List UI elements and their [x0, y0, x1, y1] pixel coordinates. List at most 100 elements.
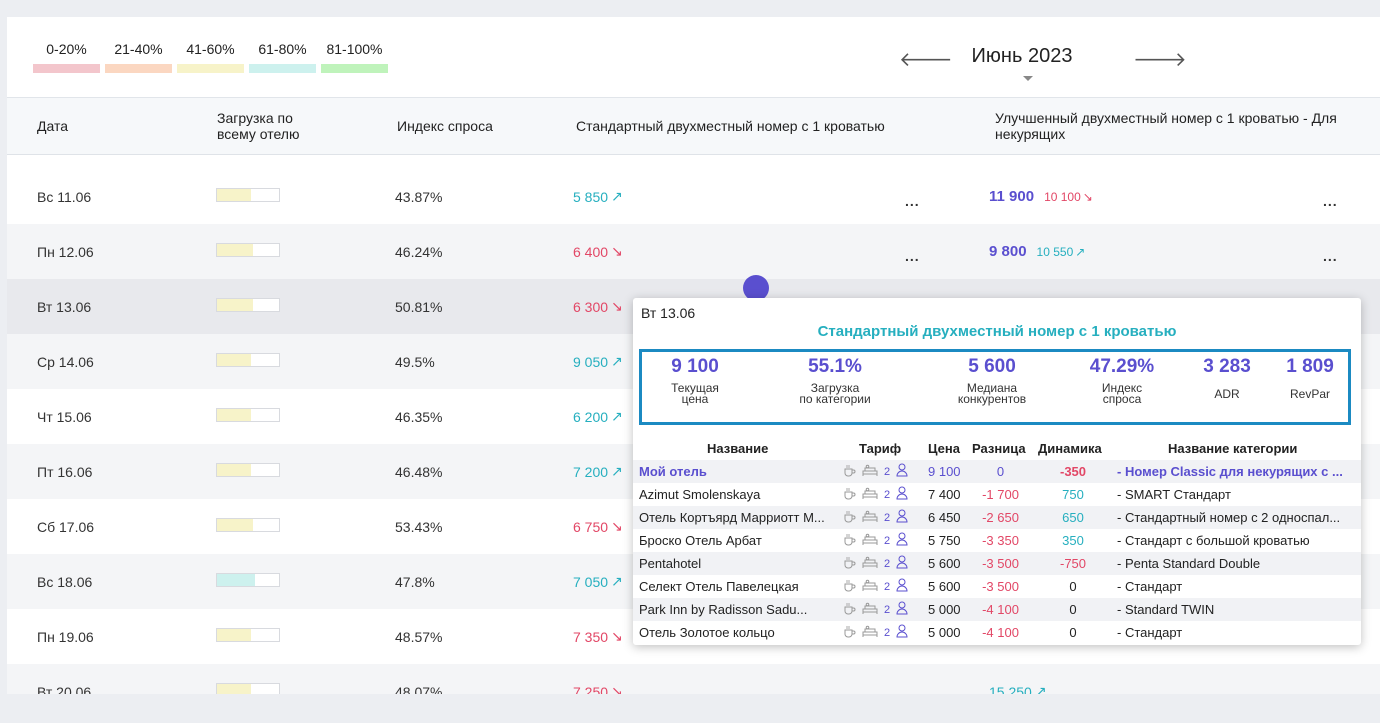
guest-count: 2: [884, 557, 891, 570]
breakfast-icon: [843, 533, 856, 549]
competitor-row[interactable]: Отель Кортъярд Марриотт М... 2 6 450 -2 650…: [633, 506, 1361, 529]
room-category-name: - Номер Classic для некурящих с ...: [1117, 464, 1343, 479]
trend-icon: ↘: [611, 518, 623, 534]
trend-icon: ↘: [611, 683, 623, 694]
price-value: 11 900: [989, 188, 1035, 205]
breakfast-icon: [843, 487, 856, 503]
hotel-name[interactable]: Pentahotel: [639, 556, 839, 571]
kpi-label: ADR: [1214, 387, 1240, 401]
prev-month-arrow-icon[interactable]: 🡐: [899, 47, 953, 72]
popup-date: Вт 13.06: [641, 305, 696, 321]
previous-price: 10 100: [1044, 189, 1081, 204]
own-hotel-row[interactable]: Мой отель 2 9 100 0 -350 - Номер Classic для …: [633, 460, 1361, 483]
hotel-name[interactable]: Мой отель: [639, 464, 839, 479]
standard-room-price[interactable]: 7 250 ↘: [573, 664, 623, 694]
more-options-icon[interactable]: ...: [905, 248, 920, 264]
superior-room-price[interactable]: 9 800 10 550 ↗: [989, 224, 1085, 279]
bed-icon: [862, 533, 878, 549]
row-demand-index: 49.5%: [395, 353, 435, 370]
row-date: Вт 13.06: [37, 298, 92, 315]
legend-label: 0-20%: [46, 41, 87, 57]
standard-room-price[interactable]: 7 200 ↗: [573, 444, 623, 499]
hotel-name[interactable]: Броско Отель Арбат: [639, 533, 839, 548]
kpi-label: RevPar: [1289, 387, 1330, 401]
breakfast-icon: [843, 556, 856, 572]
kpi-label: Загрузка по категории: [799, 381, 871, 406]
price-dynamics: 0: [1069, 579, 1077, 594]
row-date: Чт 15.06: [37, 408, 92, 425]
hotel-price: 7 400: [928, 487, 961, 502]
competitor-row[interactable]: Azimut Smolenskaya 2 7 400 -1 700 750 - SMART…: [633, 483, 1361, 506]
hotel-price: 5 600: [928, 579, 961, 594]
row-demand-index: 50.81%: [395, 298, 443, 315]
standard-room-price[interactable]: 6 400 ↘: [573, 224, 623, 279]
hotel-name[interactable]: Отель Золотое кольцо: [639, 625, 839, 640]
competitor-row[interactable]: Броско Отель Арбат 2 5 750 -3 350 350 - Станд…: [633, 529, 1361, 552]
hotel-name[interactable]: Park Inn by Radisson Sadu...: [639, 602, 839, 617]
price-dynamics: -350: [1059, 464, 1087, 479]
row-demand-index: 47.8%: [395, 573, 435, 590]
kpi-summary: 9 100 Текущая цена 55.1% Загрузка по категори…: [639, 349, 1351, 425]
col-price: Цена: [928, 441, 960, 456]
load-bar: [216, 243, 280, 257]
table-header: Дата Загрузка по всему отелю Индекс спро…: [7, 97, 1380, 155]
competitor-row[interactable]: Pentahotel 2 5 600 -3 500 -750 - Penta Standa…: [633, 552, 1361, 575]
row-demand-index: 46.48%: [395, 463, 443, 480]
previous-price: 10 550: [1036, 244, 1074, 259]
price-difference: 0: [996, 464, 1005, 479]
hotel-name[interactable]: Отель Кортъярд Марриотт М...: [639, 510, 839, 525]
chevron-down-icon[interactable]: [1023, 76, 1033, 81]
price-difference: -3 500: [982, 579, 1019, 594]
price-value: 9 800: [989, 243, 1027, 260]
guest-count: 2: [884, 603, 891, 616]
breakfast-icon: [843, 625, 856, 641]
hotel-name[interactable]: Селект Отель Павелецкая: [639, 579, 839, 594]
header-load: Загрузка по всему отелю: [217, 110, 300, 142]
legend-swatch: [105, 64, 172, 73]
load-bar: [216, 298, 280, 312]
price-value: 15 250: [989, 683, 1032, 695]
trend-icon: ↗: [1034, 683, 1047, 694]
standard-room-price[interactable]: 6 300 ↘: [573, 279, 623, 334]
hotel-name[interactable]: Azimut Smolenskaya: [639, 487, 839, 502]
competitor-row[interactable]: Отель Золотое кольцо 2 5 000 -4 100 0 - Станд…: [633, 621, 1361, 644]
bed-icon: [862, 602, 878, 618]
row-date: Сб 17.06: [37, 518, 95, 535]
guest-count: 2: [884, 626, 891, 639]
price-value: 7 250: [573, 683, 609, 695]
table-row[interactable]: Пн 12.06 46.24% 6 400 ↘... 9 800 10 550 ↗...: [7, 224, 1380, 279]
competitor-row[interactable]: Селект Отель Павелецкая 2 5 600 -3 500 0 - Ст…: [633, 575, 1361, 598]
more-options-icon[interactable]: ...: [1323, 248, 1338, 264]
guest-count: 2: [884, 488, 891, 501]
standard-room-price[interactable]: 7 350 ↘: [573, 609, 623, 664]
tariff-icons: 2: [843, 509, 908, 526]
standard-room-price[interactable]: 5 850 ↗: [573, 169, 623, 224]
guest-count: 2: [884, 534, 891, 547]
person-icon: [896, 578, 908, 595]
price-value: 6 400: [573, 243, 609, 260]
more-options-icon[interactable]: ...: [1323, 193, 1338, 209]
superior-room-price[interactable]: 11 900 10 100 ↘: [989, 169, 1093, 224]
competitor-row[interactable]: Park Inn by Radisson Sadu... 2 5 000 -4 100…: [633, 598, 1361, 621]
more-options-icon[interactable]: ...: [905, 193, 920, 209]
next-month-arrow-icon[interactable]: 🡒: [1133, 47, 1187, 72]
standard-room-price[interactable]: 9 050 ↗: [573, 334, 623, 389]
room-category-name: - Стандарт с большой кроватью: [1117, 533, 1310, 548]
month-title[interactable]: Июнь 2023: [947, 45, 1097, 68]
legend-item: 0-20%: [33, 41, 100, 73]
price-value: 5 850: [573, 188, 609, 205]
legend-swatch: [249, 64, 316, 73]
price-value: 7 350: [573, 628, 609, 645]
standard-room-price[interactable]: 7 050 ↗: [573, 554, 623, 609]
tariff-icons: 2: [843, 486, 908, 503]
bed-icon: [862, 464, 878, 480]
legend-swatch: [177, 64, 244, 73]
bed-icon: [862, 625, 878, 641]
load-bar: [216, 353, 280, 367]
trend-icon: ↗: [611, 573, 623, 589]
table-row[interactable]: Вс 11.06 43.87% 5 850 ↗... 11 900 10 100 ↘...: [7, 169, 1380, 224]
table-row[interactable]: Вт 20.06 48.07% 7 250 ↘ 15 250 ↗: [7, 664, 1380, 694]
standard-room-price[interactable]: 6 750 ↘: [573, 499, 623, 554]
standard-room-price[interactable]: 6 200 ↗: [573, 389, 623, 444]
superior-room-price[interactable]: 15 250 ↗: [989, 664, 1047, 694]
